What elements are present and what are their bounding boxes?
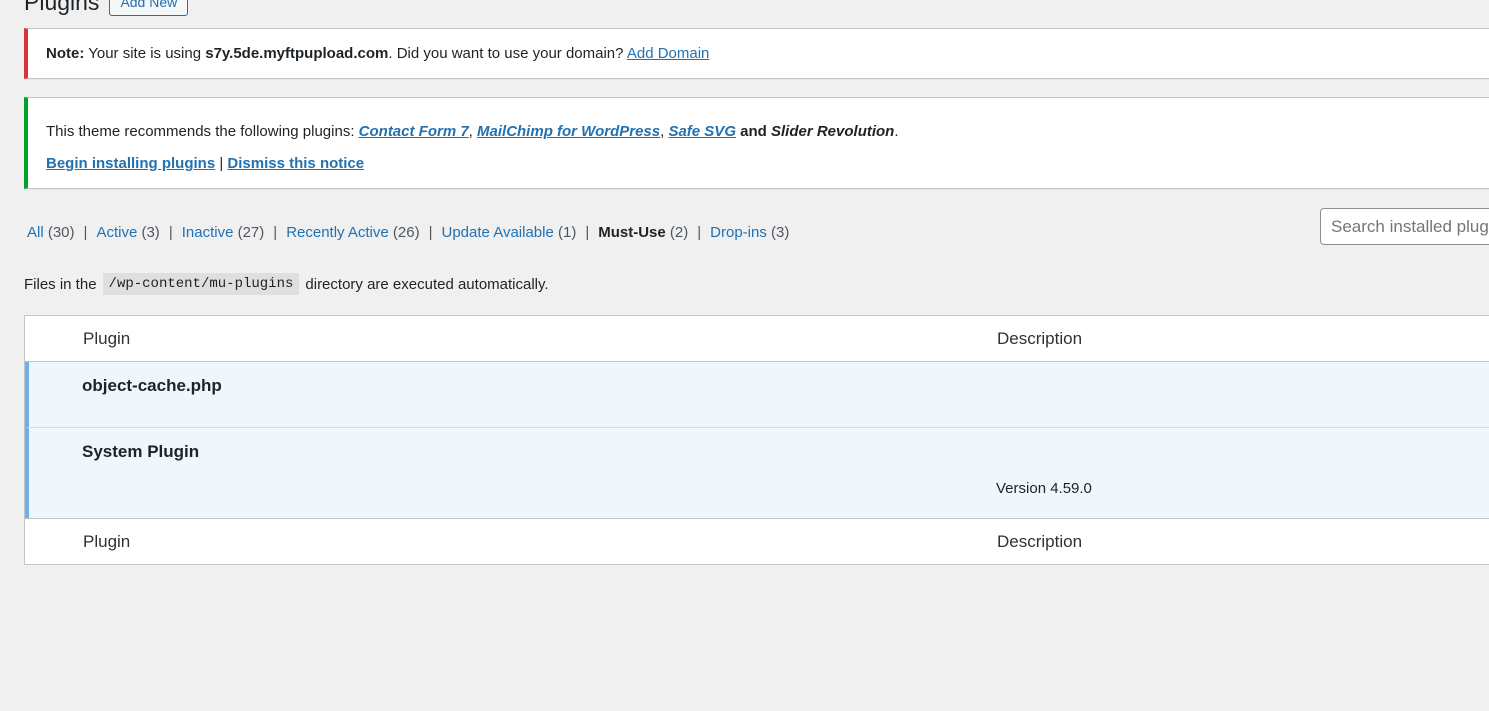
page-title: Plugins bbox=[24, 0, 100, 15]
filter-separator: | bbox=[585, 224, 590, 241]
filter-separator: | bbox=[697, 224, 702, 241]
filter-must-use-label[interactable]: Must-Use bbox=[598, 224, 666, 241]
mu-plugins-note: Files in the /wp-content/mu-plugins dire… bbox=[24, 273, 549, 295]
filter-count: (30) bbox=[47, 224, 75, 241]
add-domain-link[interactable]: Add Domain bbox=[627, 45, 710, 62]
filter-must-use[interactable]: Must-Use (2) bbox=[598, 224, 688, 241]
filter-count: (2) bbox=[669, 224, 689, 241]
theme-notice-actions: Begin installing plugins | Dismiss this … bbox=[46, 154, 1489, 174]
filter-active-label[interactable]: Active bbox=[96, 224, 137, 241]
plugin-link-safe-svg[interactable]: Safe SVG bbox=[668, 123, 736, 140]
column-header-description: Description bbox=[997, 329, 1083, 348]
filter-separator: | bbox=[428, 224, 433, 241]
filter-separator: | bbox=[273, 224, 278, 241]
table-row: System Plugin Version 4.59.0 bbox=[25, 428, 1489, 518]
theme-plugins-notice: This theme recommends the following plug… bbox=[24, 97, 1489, 189]
filter-count: (27) bbox=[237, 224, 265, 241]
plugin-name: System Plugin bbox=[82, 442, 200, 461]
plugin-link-mailchimp[interactable]: MailChimp for WordPress bbox=[477, 123, 660, 140]
plugins-table: Plugin Description object-cache.php Syst… bbox=[24, 315, 1489, 565]
separator-end: . bbox=[894, 123, 899, 140]
mu-note-before: Files in the bbox=[24, 275, 97, 293]
table-footer: Plugin Description bbox=[25, 518, 1489, 564]
filter-count: (3) bbox=[141, 224, 160, 241]
filter-inactive-label[interactable]: Inactive bbox=[182, 224, 234, 241]
table-row: object-cache.php bbox=[25, 362, 1489, 428]
filter-count: (3) bbox=[771, 224, 790, 241]
page-header: Plugins Add New bbox=[24, 0, 189, 16]
begin-installing-link[interactable]: Begin installing plugins bbox=[46, 155, 215, 172]
domain-notice-text: Note: Your site is using s7y.5de.myftpup… bbox=[46, 45, 709, 62]
theme-plugins-message: This theme recommends the following plug… bbox=[46, 122, 1489, 142]
plugin-version: Version 4.59.0 bbox=[996, 480, 1092, 497]
site-domain: s7y.5de.myftpupload.com bbox=[205, 45, 389, 62]
filter-update-available-label[interactable]: Update Available bbox=[442, 224, 554, 241]
dismiss-notice-link[interactable]: Dismiss this notice bbox=[227, 155, 364, 172]
filter-drop-ins[interactable]: Drop-ins (3) bbox=[710, 224, 789, 241]
add-new-button[interactable]: Add New bbox=[109, 0, 189, 16]
column-footer-description: Description bbox=[997, 532, 1083, 551]
table-header: Plugin Description bbox=[25, 316, 1489, 362]
search-plugins-input[interactable] bbox=[1320, 208, 1489, 245]
separator: , bbox=[468, 123, 478, 140]
filter-inactive[interactable]: Inactive (27) bbox=[182, 224, 265, 241]
action-divider: | bbox=[215, 155, 228, 172]
column-header-plugin: Plugin bbox=[83, 329, 131, 348]
filter-separator: | bbox=[168, 224, 173, 241]
filter-count: (1) bbox=[557, 224, 577, 241]
plugin-status-filters: All (30) | Active (3) | Inactive (27) | … bbox=[27, 224, 789, 241]
filter-count: (26) bbox=[392, 224, 420, 241]
note-label: Note: bbox=[46, 45, 85, 62]
plugin-link-contact-form-7[interactable]: Contact Form 7 bbox=[359, 123, 469, 140]
filter-recently-active[interactable]: Recently Active (26) bbox=[286, 224, 419, 241]
column-footer-plugin: Plugin bbox=[83, 532, 131, 551]
plugin-name: object-cache.php bbox=[82, 376, 222, 395]
filter-active[interactable]: Active (3) bbox=[96, 224, 159, 241]
separator-and: and bbox=[735, 123, 771, 140]
filter-update-available[interactable]: Update Available (1) bbox=[442, 224, 577, 241]
filter-recently-active-label[interactable]: Recently Active bbox=[286, 224, 389, 241]
filter-all-label[interactable]: All bbox=[27, 224, 44, 241]
mu-plugins-path: /wp-content/mu-plugins bbox=[102, 273, 300, 295]
mu-note-after: directory are executed automatically. bbox=[305, 275, 549, 293]
domain-notice: Note: Your site is using s7y.5de.myftpup… bbox=[24, 28, 1489, 79]
filter-separator: | bbox=[83, 224, 88, 241]
filter-all[interactable]: All (30) bbox=[27, 224, 75, 241]
theme-notice-intro: This theme recommends the following plug… bbox=[46, 123, 359, 140]
plugin-slider-revolution: Slider Revolution bbox=[771, 123, 895, 140]
notice-text-2: . Did you want to use your domain? bbox=[388, 45, 627, 62]
filter-drop-ins-label[interactable]: Drop-ins bbox=[710, 224, 767, 241]
notice-text-1: Your site is using bbox=[84, 45, 206, 62]
